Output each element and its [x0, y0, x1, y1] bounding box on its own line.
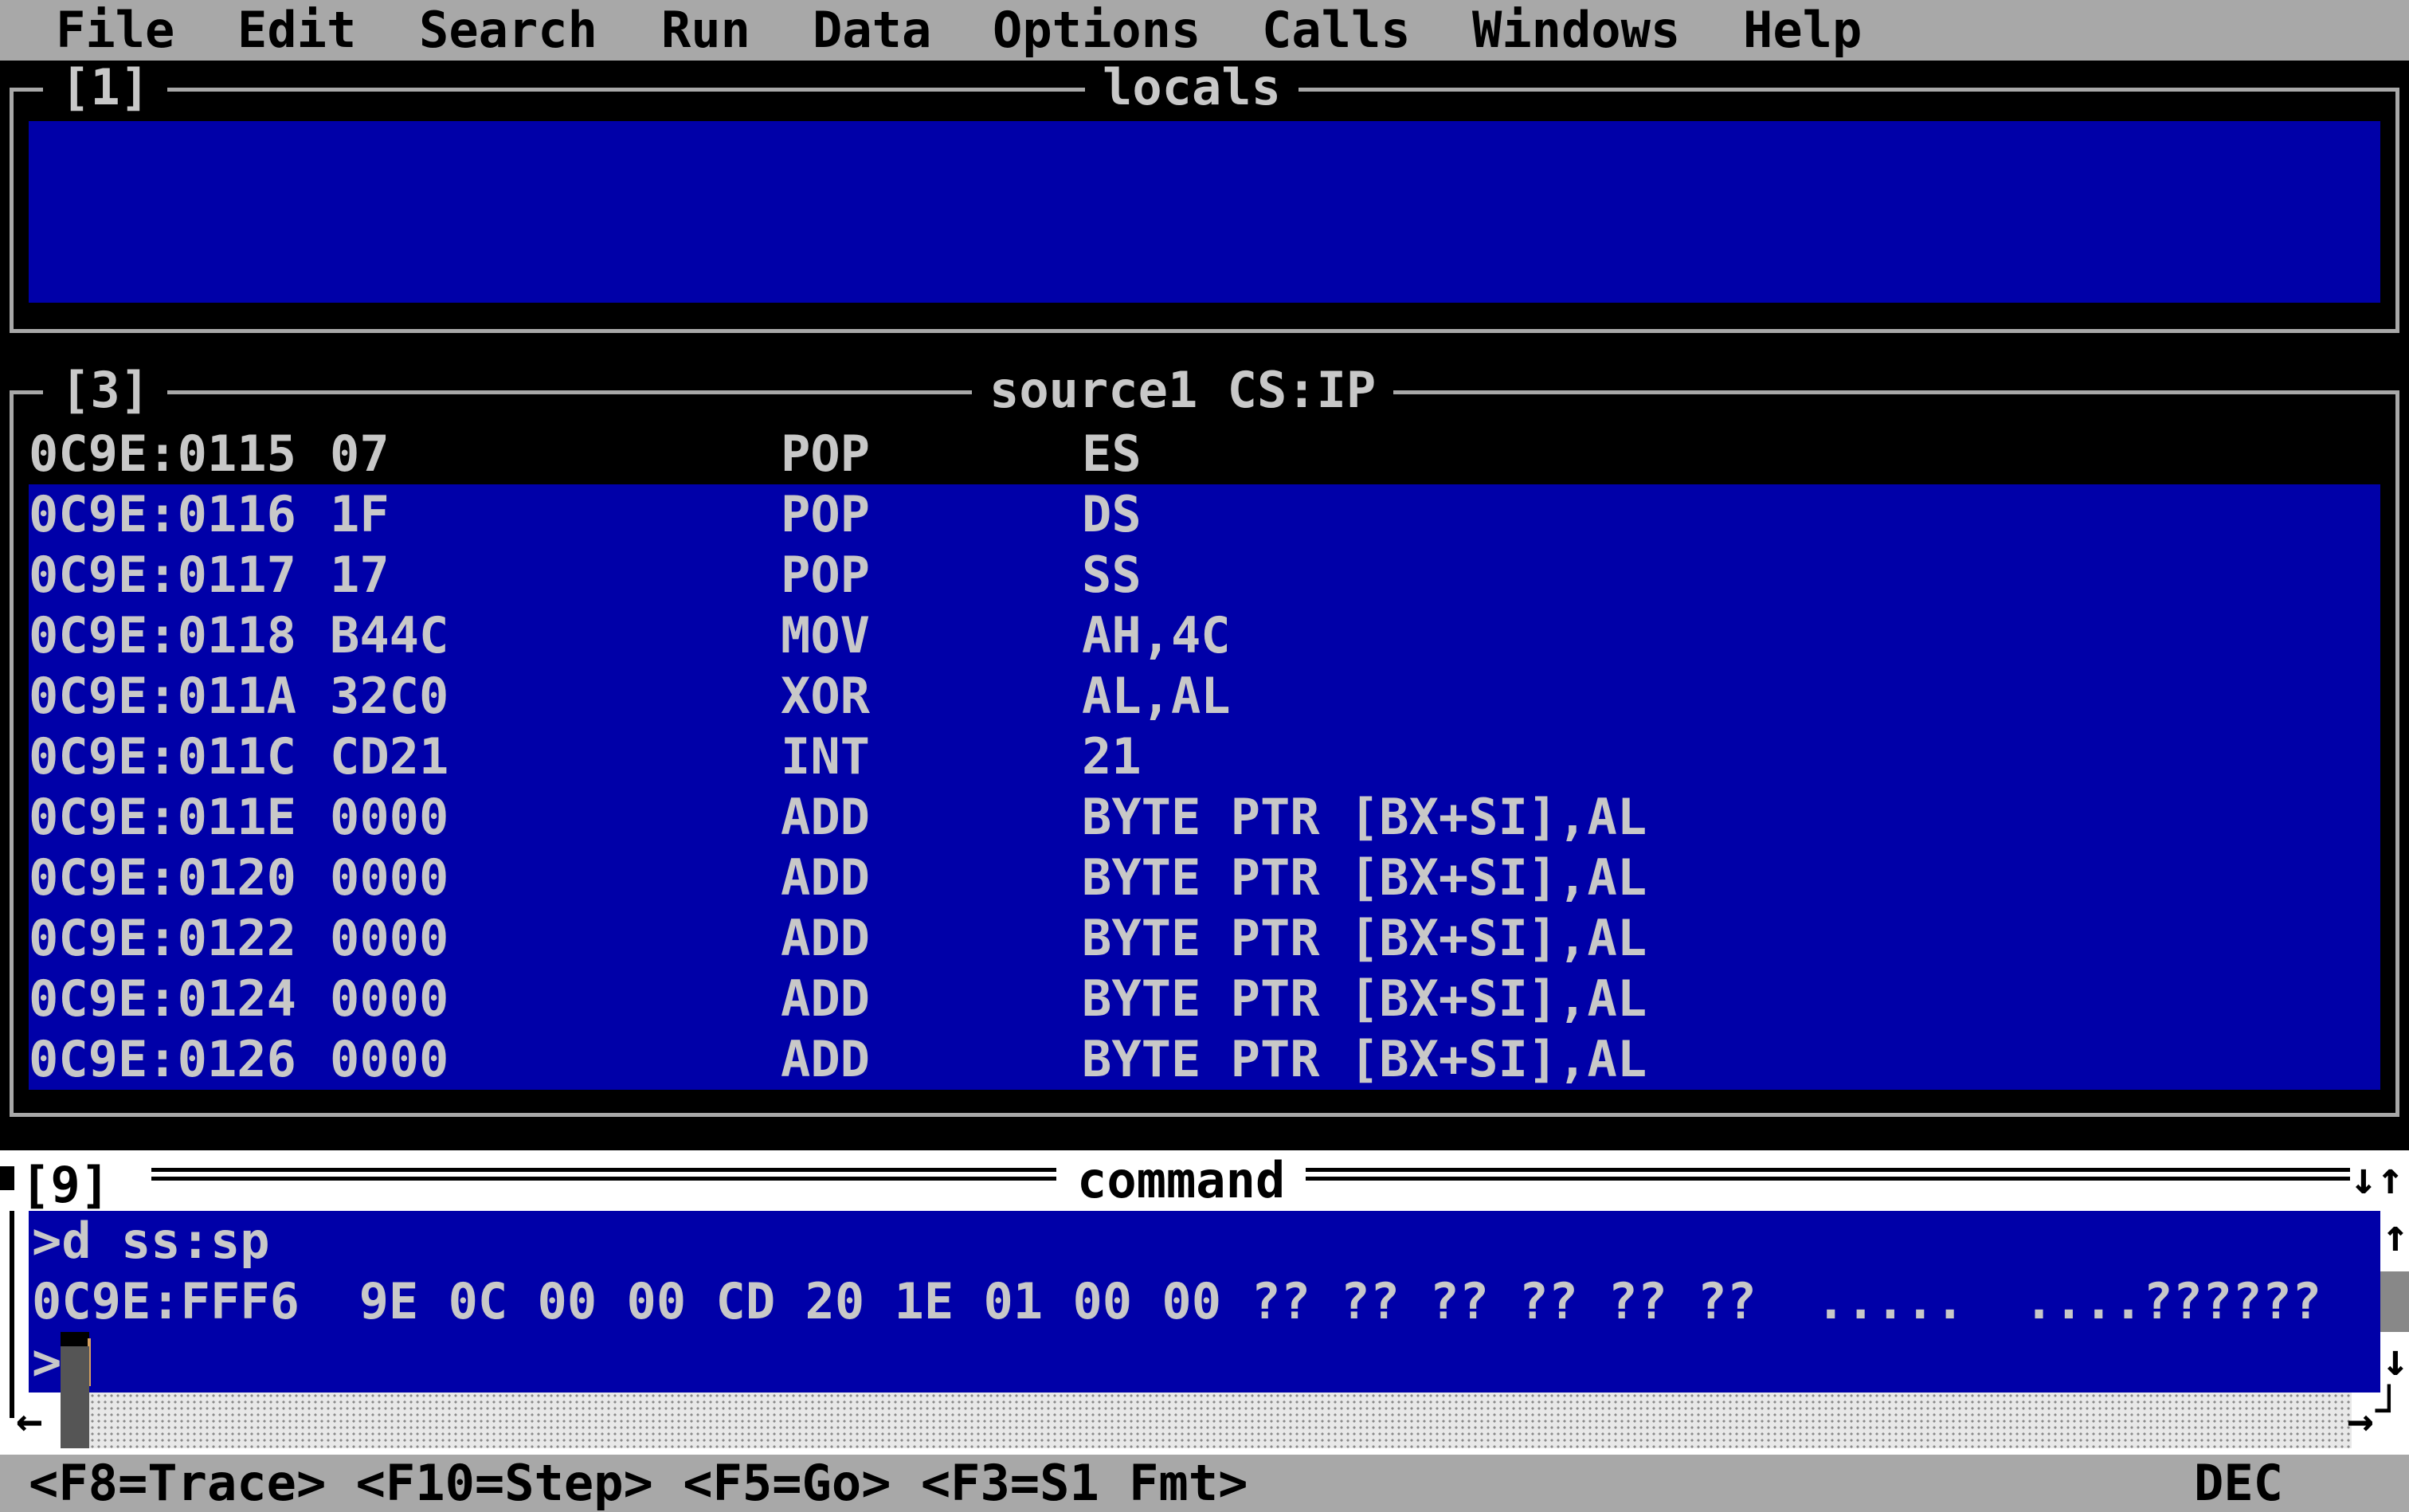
row-bytes: 17	[330, 546, 390, 604]
menu-run[interactable]: Run	[655, 0, 757, 61]
disasm-row-current[interactable]: 0C9E:0115 07 POP ES	[29, 424, 2380, 484]
status-bar: <F8=Trace> <F10=Step> <F5=Go> <F3=S1 Fmt…	[0, 1455, 2409, 1512]
row-bytes: 0000	[330, 788, 449, 846]
row-bytes: 07	[330, 425, 390, 483]
horizontal-scroll-thumb[interactable]	[61, 1346, 89, 1448]
row-operands: DS	[1082, 485, 1142, 543]
row-operands: ES	[1082, 425, 1142, 483]
row-operands: BYTE PTR [BX+SI],AL	[1082, 1030, 1647, 1088]
row-address: 0C9E:0124	[29, 969, 296, 1028]
locals-window-number[interactable]: [1]	[43, 62, 167, 113]
row-opcode: ADD	[781, 788, 870, 846]
row-operands: SS	[1082, 546, 1142, 604]
disasm-row[interactable]: 0C9E:011A 32C0 XOR AL,AL	[29, 666, 2380, 727]
command-prompt[interactable]: >	[32, 1332, 61, 1393]
row-operands: AH,4C	[1082, 606, 1231, 664]
row-address: 0C9E:0118	[29, 606, 296, 664]
menu-edit[interactable]: Edit	[231, 0, 362, 61]
disasm-row[interactable]: 0C9E:011C CD21 INT 21	[29, 727, 2380, 787]
row-bytes: 0000	[330, 909, 449, 967]
disasm-row[interactable]: 0C9E:0120 0000 ADD BYTE PTR [BX+SI],AL	[29, 848, 2380, 908]
menu-options[interactable]: Options	[986, 0, 1207, 61]
disasm-row[interactable]: 0C9E:0124 0000 ADD BYTE PTR [BX+SI],AL	[29, 969, 2380, 1029]
horizontal-scrollbar[interactable]	[89, 1393, 2352, 1448]
row-bytes: 32C0	[330, 667, 449, 725]
command-line-input: >d ss:sp	[32, 1212, 270, 1270]
row-opcode: MOV	[781, 606, 870, 664]
scroll-up-icon[interactable]: ↑	[2382, 1211, 2409, 1262]
disasm-row[interactable]: 0C9E:0116 1F POP DS	[29, 484, 2380, 545]
row-address: 0C9E:0116	[29, 485, 296, 543]
disasm-row[interactable]: 0C9E:0117 17 POP SS	[29, 545, 2380, 605]
disasm-row[interactable]: 0C9E:0126 0000 ADD BYTE PTR [BX+SI],AL	[29, 1029, 2380, 1090]
row-operands: AL,AL	[1082, 667, 1231, 725]
menu-help[interactable]: Help	[1737, 0, 1868, 61]
menu-bar: File Edit Search Run Data Options Calls …	[0, 0, 2409, 61]
vertical-scroll-thumb[interactable]	[2380, 1271, 2409, 1332]
command-line-dump: 0C9E:FFF6 9E 0C 00 00 CD 20 1E 01 00 00 …	[32, 1272, 2322, 1330]
disasm-row[interactable]: 0C9E:011E 0000 ADD BYTE PTR [BX+SI],AL	[29, 787, 2380, 848]
locals-window-body[interactable]	[29, 121, 2380, 303]
row-bytes: CD21	[330, 727, 449, 785]
row-address: 0C9E:0122	[29, 909, 296, 967]
row-bytes: 1F	[330, 485, 390, 543]
scroll-down-icon[interactable]: ↓	[2382, 1335, 2409, 1386]
source-window-number[interactable]: [3]	[43, 365, 167, 416]
maximize-arrows-icon[interactable]: ↓↑	[2350, 1154, 2403, 1205]
disasm-row[interactable]: 0C9E:0118 B44C MOV AH,4C	[29, 605, 2380, 666]
command-output[interactable]: >d ss:sp 0C9E:FFF6 9E 0C 00 00 CD 20 1E …	[29, 1211, 2380, 1393]
row-address: 0C9E:011A	[29, 667, 296, 725]
row-bytes: B44C	[330, 606, 449, 664]
row-opcode: XOR	[781, 667, 870, 725]
menu-file[interactable]: File	[49, 0, 181, 61]
row-opcode: ADD	[781, 848, 870, 907]
row-bytes: 0000	[330, 969, 449, 1028]
command-window-number[interactable]: [9]	[21, 1160, 110, 1211]
row-opcode: INT	[781, 727, 870, 785]
row-opcode: ADD	[781, 909, 870, 967]
row-operands: BYTE PTR [BX+SI],AL	[1082, 848, 1647, 907]
disasm-row[interactable]: 0C9E:0122 0000 ADD BYTE PTR [BX+SI],AL	[29, 908, 2380, 969]
command-frame-left	[10, 1211, 14, 1418]
menu-search[interactable]: Search	[413, 0, 604, 61]
scroll-right-icon[interactable]: →	[2347, 1396, 2374, 1447]
resize-corner-icon[interactable]: ┘	[2376, 1386, 2403, 1437]
function-key-hints[interactable]: <F8=Trace> <F10=Step> <F5=Go> <F3=S1 Fmt…	[29, 1455, 1248, 1512]
row-address: 0C9E:0115	[29, 425, 296, 483]
row-opcode: ADD	[781, 1030, 870, 1088]
menu-data[interactable]: Data	[806, 0, 938, 61]
row-operands: BYTE PTR [BX+SI],AL	[1082, 788, 1647, 846]
row-address: 0C9E:011C	[29, 727, 296, 785]
locals-window-title: locals	[1085, 62, 1299, 113]
row-opcode: POP	[781, 425, 870, 483]
scroll-left-icon[interactable]: ←	[16, 1396, 43, 1447]
radix-indicator: DEC	[2194, 1454, 2283, 1512]
row-operands: BYTE PTR [BX+SI],AL	[1082, 909, 1647, 967]
row-operands: 21	[1082, 727, 1142, 785]
row-address: 0C9E:0117	[29, 546, 296, 604]
close-box-icon[interactable]	[0, 1166, 14, 1190]
menu-windows[interactable]: Windows	[1466, 0, 1686, 61]
row-bytes: 0000	[330, 848, 449, 907]
row-address: 0C9E:011E	[29, 788, 296, 846]
source-window-title: source1 CS:IP	[972, 365, 1394, 416]
row-opcode: ADD	[781, 969, 870, 1028]
menu-calls[interactable]: Calls	[1255, 0, 1417, 61]
row-operands: BYTE PTR [BX+SI],AL	[1082, 969, 1647, 1028]
command-window-title: command	[1056, 1150, 1306, 1211]
row-bytes: 0000	[330, 1030, 449, 1088]
row-opcode: POP	[781, 485, 870, 543]
row-address: 0C9E:0120	[29, 848, 296, 907]
row-opcode: POP	[781, 546, 870, 604]
row-address: 0C9E:0126	[29, 1030, 296, 1088]
